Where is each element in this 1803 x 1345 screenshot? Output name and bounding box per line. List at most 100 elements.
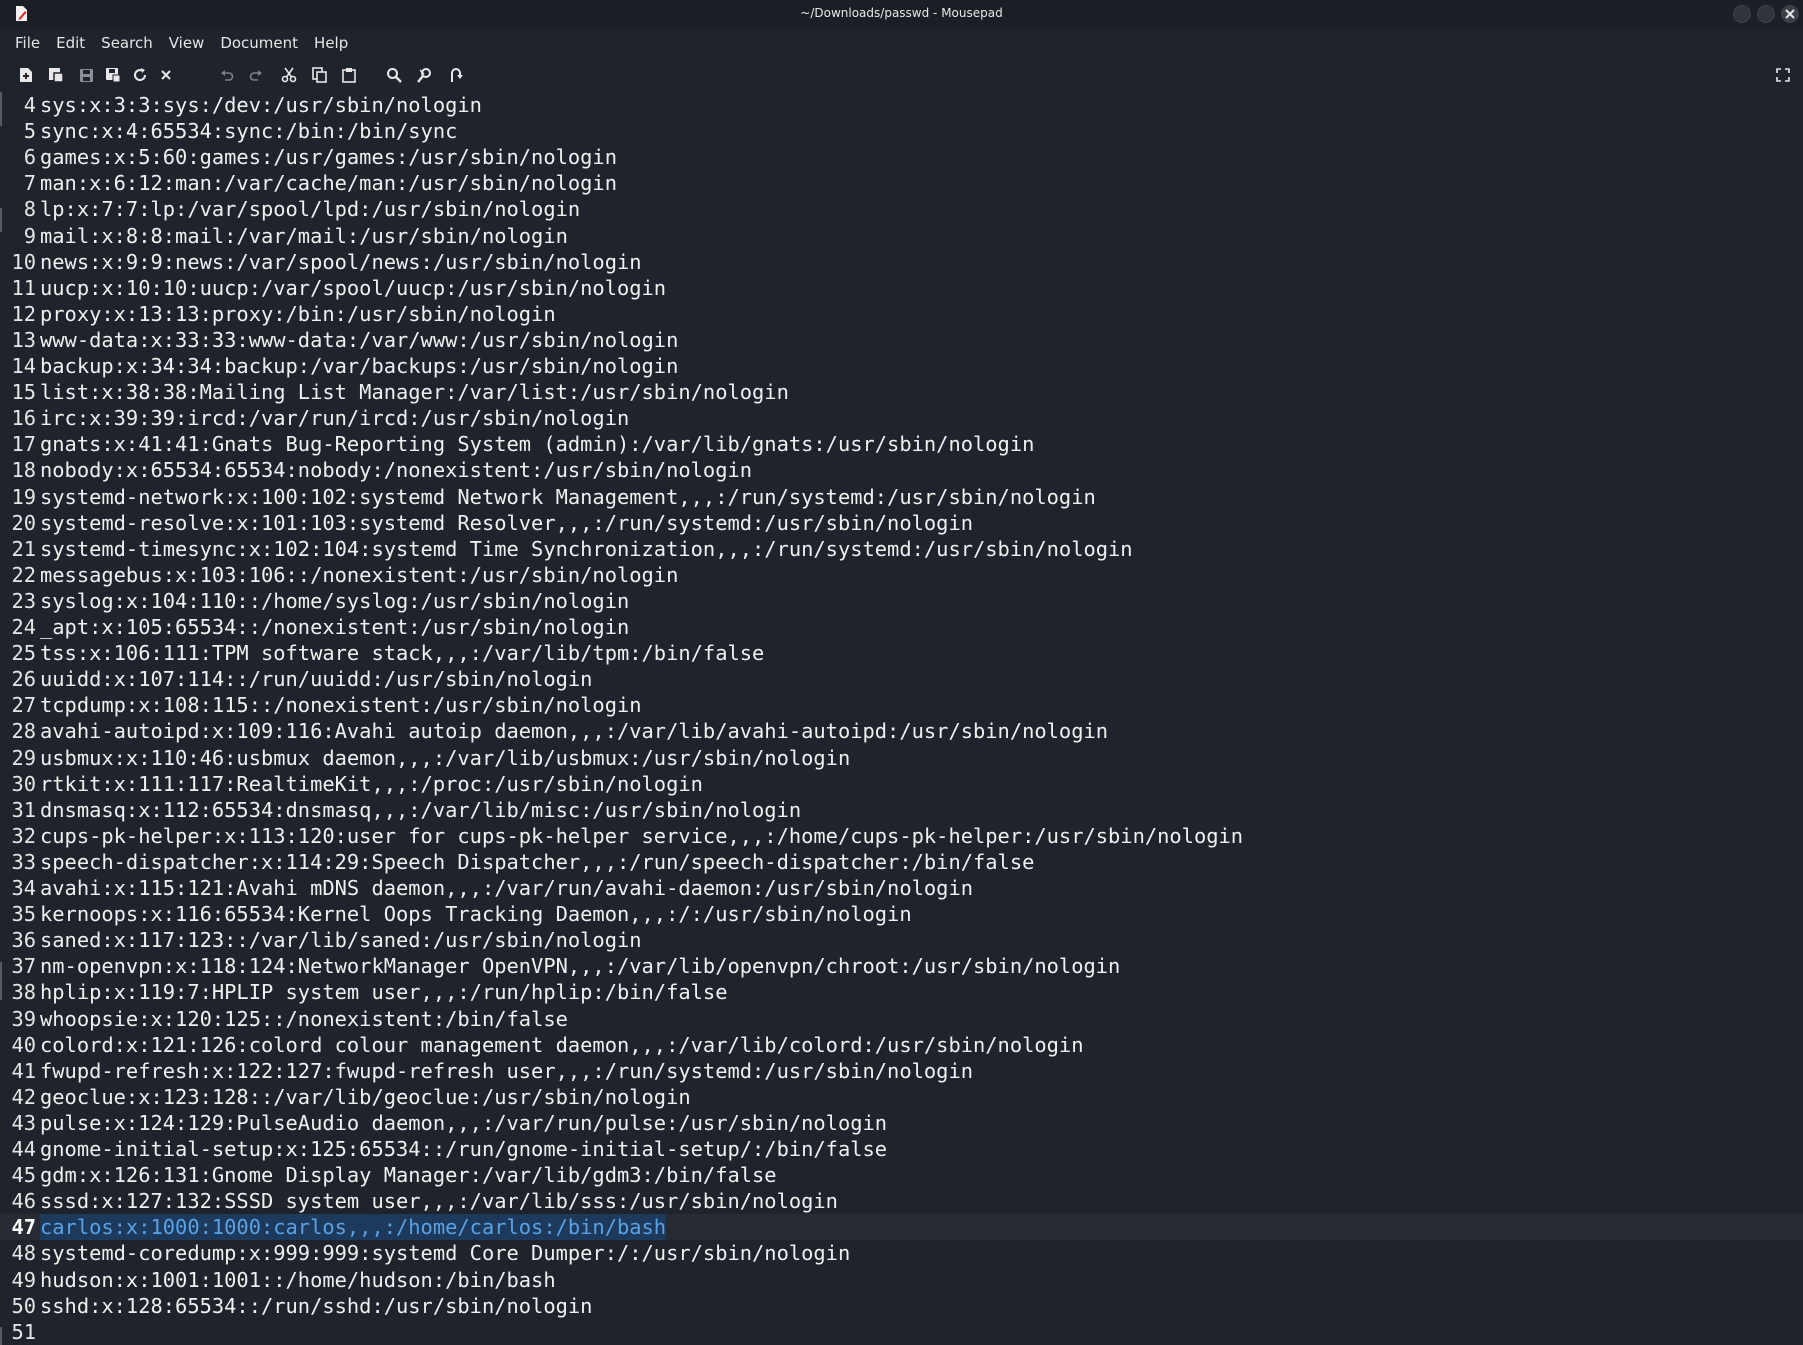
line-number: 31 bbox=[11, 797, 36, 822]
text-line[interactable]: 50 sshd:x:128:65534::/run/sshd:/usr/sbin/… bbox=[0, 1293, 1803, 1319]
text-line[interactable]: 30 rtkit:x:111:117:RealtimeKit,,,:/proc:/… bbox=[0, 771, 1803, 797]
selected-text: carlos:x:1000:1000:carlos,,,:/home/carlo… bbox=[40, 1214, 667, 1241]
text-line[interactable]: 45 gdm:x:126:131:Gnome Display Manager:/v… bbox=[0, 1162, 1803, 1188]
text-line[interactable]: 6 games:x:5:60:games:/usr/games:/usr/sbin… bbox=[0, 144, 1803, 170]
text-line[interactable]: 44 gnome-initial-setup:x:125:65534::/run/… bbox=[0, 1136, 1803, 1162]
line-text: irc:x:39:39:ircd:/var/run/ircd:/usr/sbin… bbox=[40, 406, 630, 431]
text-line[interactable]: 48 systemd-coredump:x:999:999:systemd Cor… bbox=[0, 1240, 1803, 1266]
line-number: 26 bbox=[11, 667, 36, 692]
text-line[interactable]: 7 man:x:6:12:man:/var/cache/man:/usr/sbin… bbox=[0, 170, 1803, 196]
current-line[interactable]: 47 carlos:x:1000:1000:carlos,,,:/home/car… bbox=[0, 1214, 1803, 1241]
text-line[interactable]: 35 kernoops:x:116:65534:Kernel Oops Track… bbox=[0, 901, 1803, 927]
undo-icon[interactable] bbox=[218, 66, 236, 84]
reload-icon[interactable] bbox=[131, 66, 149, 84]
line-text: nm-openvpn:x:118:124:NetworkManager Open… bbox=[40, 954, 1121, 979]
new-window-icon[interactable] bbox=[47, 66, 65, 84]
find-replace-icon[interactable] bbox=[416, 66, 434, 84]
line-number: 13 bbox=[11, 327, 36, 352]
cut-icon[interactable] bbox=[280, 66, 298, 84]
text-line[interactable]: 19 systemd-network:x:100:102:systemd Netw… bbox=[0, 484, 1803, 510]
text-line[interactable]: 14 backup:x:34:34:backup:/var/backups:/us… bbox=[0, 353, 1803, 379]
menu-help[interactable]: Help bbox=[306, 29, 356, 57]
line-number: 35 bbox=[11, 902, 36, 927]
line-number: 11 bbox=[11, 275, 36, 300]
text-editor[interactable]: 4 sys:x:3:3:sys:/dev:/usr/sbin/nologin 5 sy… bbox=[0, 92, 1803, 1345]
text-line[interactable]: 21 systemd-timesync:x:102:104:systemd Tim… bbox=[0, 536, 1803, 562]
line-number: 29 bbox=[11, 745, 36, 770]
line-number: 6 bbox=[23, 145, 36, 170]
text-line[interactable]: 20 systemd-resolve:x:101:103:systemd Reso… bbox=[0, 510, 1803, 536]
line-text: sync:x:4:65534:sync:/bin:/bin/sync bbox=[40, 119, 458, 144]
copy-icon[interactable] bbox=[310, 66, 328, 84]
text-line[interactable]: 34 avahi:x:115:121:Avahi mDNS daemon,,,:/… bbox=[0, 875, 1803, 901]
menu-view[interactable]: View bbox=[161, 29, 213, 57]
title-bar[interactable]: ~/Downloads/passwd - Mousepad bbox=[0, 0, 1803, 27]
save-as-icon[interactable] bbox=[104, 66, 122, 84]
maximize-button[interactable] bbox=[1757, 5, 1775, 23]
text-line[interactable]: 28 avahi-autoipd:x:109:116:Avahi autoip d… bbox=[0, 718, 1803, 744]
save-icon[interactable] bbox=[77, 66, 95, 84]
menu-search[interactable]: Search bbox=[93, 29, 161, 57]
text-line[interactable]: 26 uuidd:x:107:114::/run/uuidd:/usr/sbin/… bbox=[0, 666, 1803, 692]
text-line[interactable]: 18 nobody:x:65534:65534:nobody:/nonexiste… bbox=[0, 457, 1803, 483]
find-icon[interactable] bbox=[385, 66, 403, 84]
text-line[interactable]: 22 messagebus:x:103:106::/nonexistent:/us… bbox=[0, 562, 1803, 588]
text-line[interactable]: 38 hplip:x:119:7:HPLIP system user,,,:/ru… bbox=[0, 979, 1803, 1005]
text-line[interactable]: 13 www-data:x:33:33:www-data:/var/www:/us… bbox=[0, 327, 1803, 353]
toolbar bbox=[0, 60, 1803, 90]
close-window-button[interactable] bbox=[1781, 5, 1799, 23]
text-line[interactable]: 12 proxy:x:13:13:proxy:/bin:/usr/sbin/nol… bbox=[0, 301, 1803, 327]
line-number: 49 bbox=[11, 1267, 36, 1292]
line-text: news:x:9:9:news:/var/spool/news:/usr/sbi… bbox=[40, 249, 642, 274]
text-line[interactable]: 31 dnsmasq:x:112:65534:dnsmasq,,,:/var/li… bbox=[0, 797, 1803, 823]
line-number: 51 bbox=[11, 1319, 36, 1344]
text-line[interactable]: 27 tcpdump:x:108:115::/nonexistent:/usr/s… bbox=[0, 692, 1803, 718]
text-line[interactable]: 9 mail:x:8:8:mail:/var/mail:/usr/sbin/nol… bbox=[0, 223, 1803, 249]
text-line[interactable]: 23 syslog:x:104:110::/home/syslog:/usr/sb… bbox=[0, 588, 1803, 614]
line-number: 44 bbox=[11, 1137, 36, 1161]
fullscreen-icon[interactable] bbox=[1774, 66, 1792, 84]
text-line[interactable]: 4 sys:x:3:3:sys:/dev:/usr/sbin/nologin bbox=[0, 92, 1803, 118]
text-line[interactable]: 16 irc:x:39:39:ircd:/var/run/ircd:/usr/sb… bbox=[0, 405, 1803, 431]
text-line[interactable]: 40 colord:x:121:126:colord colour managem… bbox=[0, 1032, 1803, 1058]
menu-document[interactable]: Document bbox=[212, 29, 306, 57]
redo-icon[interactable] bbox=[247, 66, 265, 84]
close-document-icon[interactable] bbox=[157, 66, 175, 84]
line-number: 46 bbox=[11, 1189, 36, 1214]
text-line[interactable]: 49 hudson:x:1001:1001::/home/hudson:/bin/… bbox=[0, 1267, 1803, 1293]
text-line[interactable]: 24 _apt:x:105:65534::/nonexistent:/usr/sb… bbox=[0, 614, 1803, 640]
text-line[interactable]: 33 speech-dispatcher:x:114:29:Speech Disp… bbox=[0, 849, 1803, 875]
text-line[interactable]: 5 sync:x:4:65534:sync:/bin:/bin/sync bbox=[0, 118, 1803, 144]
text-line[interactable]: 8 lp:x:7:7:lp:/var/spool/lpd:/usr/sbin/no… bbox=[0, 196, 1803, 222]
text-line[interactable]: 51 bbox=[0, 1319, 1803, 1345]
text-line[interactable]: 32 cups-pk-helper:x:113:120:user for cups… bbox=[0, 823, 1803, 849]
line-text: backup:x:34:34:backup:/var/backups:/usr/… bbox=[40, 354, 679, 378]
line-text: tcpdump:x:108:115::/nonexistent:/usr/sbi… bbox=[40, 693, 642, 718]
text-line[interactable]: 29 usbmux:x:110:46:usbmux daemon,,,:/var/… bbox=[0, 745, 1803, 771]
text-line[interactable]: 11 uucp:x:10:10:uucp:/var/spool/uucp:/usr… bbox=[0, 275, 1803, 301]
line-number: 18 bbox=[11, 458, 36, 483]
text-line[interactable]: 36 saned:x:117:123::/var/lib/saned:/usr/s… bbox=[0, 927, 1803, 953]
text-line[interactable]: 43 pulse:x:124:129:PulseAudio daemon,,,:/… bbox=[0, 1110, 1803, 1136]
menu-edit[interactable]: Edit bbox=[48, 29, 93, 57]
text-line[interactable]: 17 gnats:x:41:41:Gnats Bug-Reporting Syst… bbox=[0, 431, 1803, 457]
menu-file[interactable]: File bbox=[7, 29, 48, 57]
menu-bar: File Edit Search View Document Help bbox=[0, 29, 1803, 57]
line-number: 41 bbox=[11, 1058, 36, 1083]
goto-icon[interactable] bbox=[447, 66, 465, 84]
minimize-button[interactable] bbox=[1733, 5, 1751, 23]
text-line[interactable]: 42 geoclue:x:123:128::/var/lib/geoclue:/u… bbox=[0, 1084, 1803, 1110]
line-number: 33 bbox=[11, 849, 36, 874]
line-text: games:x:5:60:games:/usr/games:/usr/sbin/… bbox=[40, 145, 617, 170]
text-line[interactable]: 10 news:x:9:9:news:/var/spool/news:/usr/s… bbox=[0, 249, 1803, 275]
text-line[interactable]: 15 list:x:38:38:Mailing List Manager:/var… bbox=[0, 379, 1803, 405]
line-text: hudson:x:1001:1001::/home/hudson:/bin/ba… bbox=[40, 1267, 556, 1292]
text-line[interactable]: 25 tss:x:106:111:TPM software stack,,,:/v… bbox=[0, 640, 1803, 666]
text-line[interactable]: 39 whoopsie:x:120:125::/nonexistent:/bin/… bbox=[0, 1006, 1803, 1032]
text-line[interactable]: 37 nm-openvpn:x:118:124:NetworkManager Op… bbox=[0, 953, 1803, 979]
paste-icon[interactable] bbox=[340, 66, 358, 84]
text-line[interactable]: 41 fwupd-refresh:x:122:127:fwupd-refresh … bbox=[0, 1058, 1803, 1084]
new-document-icon[interactable] bbox=[17, 66, 35, 84]
text-line[interactable]: 46 sssd:x:127:132:SSSD system user,,,:/va… bbox=[0, 1188, 1803, 1214]
line-text: cups-pk-helper:x:113:120:user for cups-p… bbox=[40, 823, 1244, 848]
